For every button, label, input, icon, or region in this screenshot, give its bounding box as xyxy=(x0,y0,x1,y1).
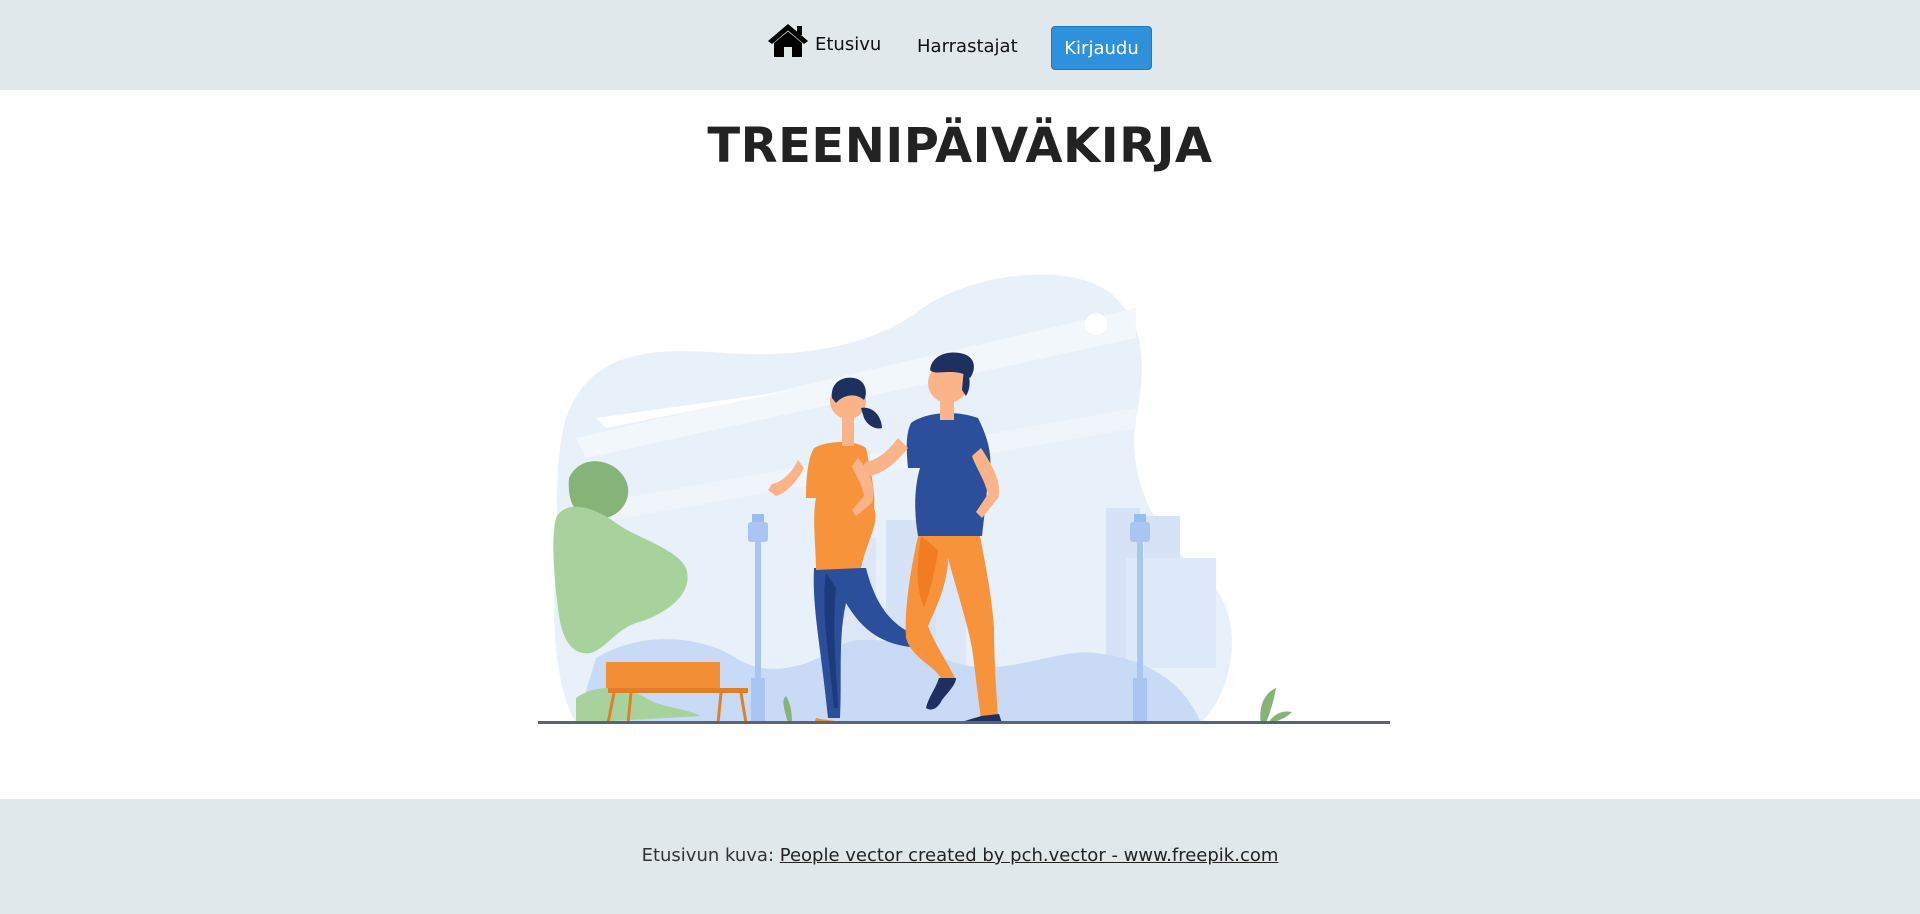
footer: Etusivun kuva: People vector created by … xyxy=(0,799,1920,914)
login-button[interactable]: Kirjaudu xyxy=(1051,26,1152,70)
freepik-credit-link[interactable]: People vector created by pch.vector - ww… xyxy=(780,845,1279,866)
home-icon xyxy=(767,22,809,58)
footer-credit-prefix: Etusivun kuva: xyxy=(641,845,775,866)
nav-container: Etusivu Harrastajat Kirjaudu xyxy=(0,0,1920,90)
page-title: TREENIPÄIVÄKIRJA xyxy=(707,118,1213,174)
nav-home-label: Etusivu xyxy=(815,33,882,55)
footer-credit: Etusivun kuva: People vector created by … xyxy=(0,845,1920,866)
nav-link-harrastajat[interactable]: Harrastajat xyxy=(917,36,1018,57)
nav-home-link[interactable]: Etusivu xyxy=(767,20,881,60)
navbar: Etusivu Harrastajat Kirjaudu xyxy=(0,0,1920,90)
hero-illustration xyxy=(536,268,1392,728)
